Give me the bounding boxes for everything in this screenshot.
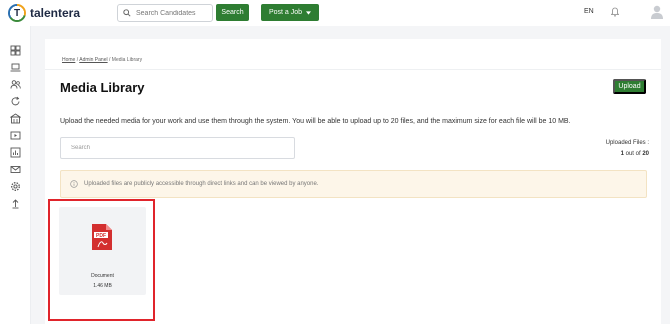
post-job-label: Post a Job xyxy=(268,9,303,16)
logo-mark-icon xyxy=(8,4,26,22)
upload-icon[interactable] xyxy=(10,198,21,209)
search-button[interactable]: Search xyxy=(216,4,249,21)
video-icon[interactable] xyxy=(10,130,21,141)
divider xyxy=(45,69,661,70)
candidate-search-box xyxy=(117,4,213,22)
mail-icon[interactable] xyxy=(10,164,21,175)
settings-icon[interactable] xyxy=(10,181,21,192)
uploaded-files-value: 1 out of 20 xyxy=(593,149,649,160)
refresh-icon[interactable] xyxy=(10,96,21,107)
analytics-icon[interactable] xyxy=(10,147,21,158)
breadcrumb-admin-panel[interactable]: Admin Panel xyxy=(79,57,107,63)
laptop-icon[interactable] xyxy=(10,62,21,73)
breadcrumb: Home / Admin Panel / Media Library xyxy=(62,57,142,63)
brand-logo[interactable]: talentera xyxy=(8,4,80,22)
bell-icon[interactable] xyxy=(611,7,619,17)
dashboard-icon[interactable] xyxy=(10,45,21,56)
top-bar: talentera Search Post a Job EN xyxy=(0,0,670,26)
breadcrumb-home[interactable]: Home xyxy=(62,57,75,63)
uploaded-files-label: Uploaded Files : xyxy=(605,140,649,146)
uploaded-files-counter: Uploaded Files : 1 out of 20 xyxy=(593,138,649,160)
breadcrumb-current: Media Library xyxy=(111,57,143,63)
upload-button[interactable]: Upload xyxy=(613,79,646,94)
users-icon[interactable] xyxy=(10,79,21,90)
media-search-input[interactable] xyxy=(60,137,295,159)
uploaded-max: 20 xyxy=(642,151,649,157)
brand-name: talentera xyxy=(30,6,81,20)
info-icon xyxy=(70,180,78,188)
notice-text: Uploaded files are publicly accessible t… xyxy=(84,181,319,187)
candidate-search-input[interactable] xyxy=(136,9,206,17)
chevron-down-icon xyxy=(306,10,312,15)
building-icon[interactable] xyxy=(10,113,21,124)
public-access-notice: Uploaded files are publicly accessible t… xyxy=(60,170,647,198)
search-icon xyxy=(123,9,131,17)
post-job-button[interactable]: Post a Job xyxy=(261,4,319,21)
selection-highlight xyxy=(48,199,155,321)
avatar[interactable] xyxy=(651,5,663,19)
page-description: Upload the needed media for your work an… xyxy=(60,118,571,125)
page-title: Media Library xyxy=(60,80,145,95)
sidebar xyxy=(0,26,31,324)
language-selector[interactable]: EN xyxy=(584,8,594,15)
uploaded-of: out of xyxy=(623,151,643,157)
